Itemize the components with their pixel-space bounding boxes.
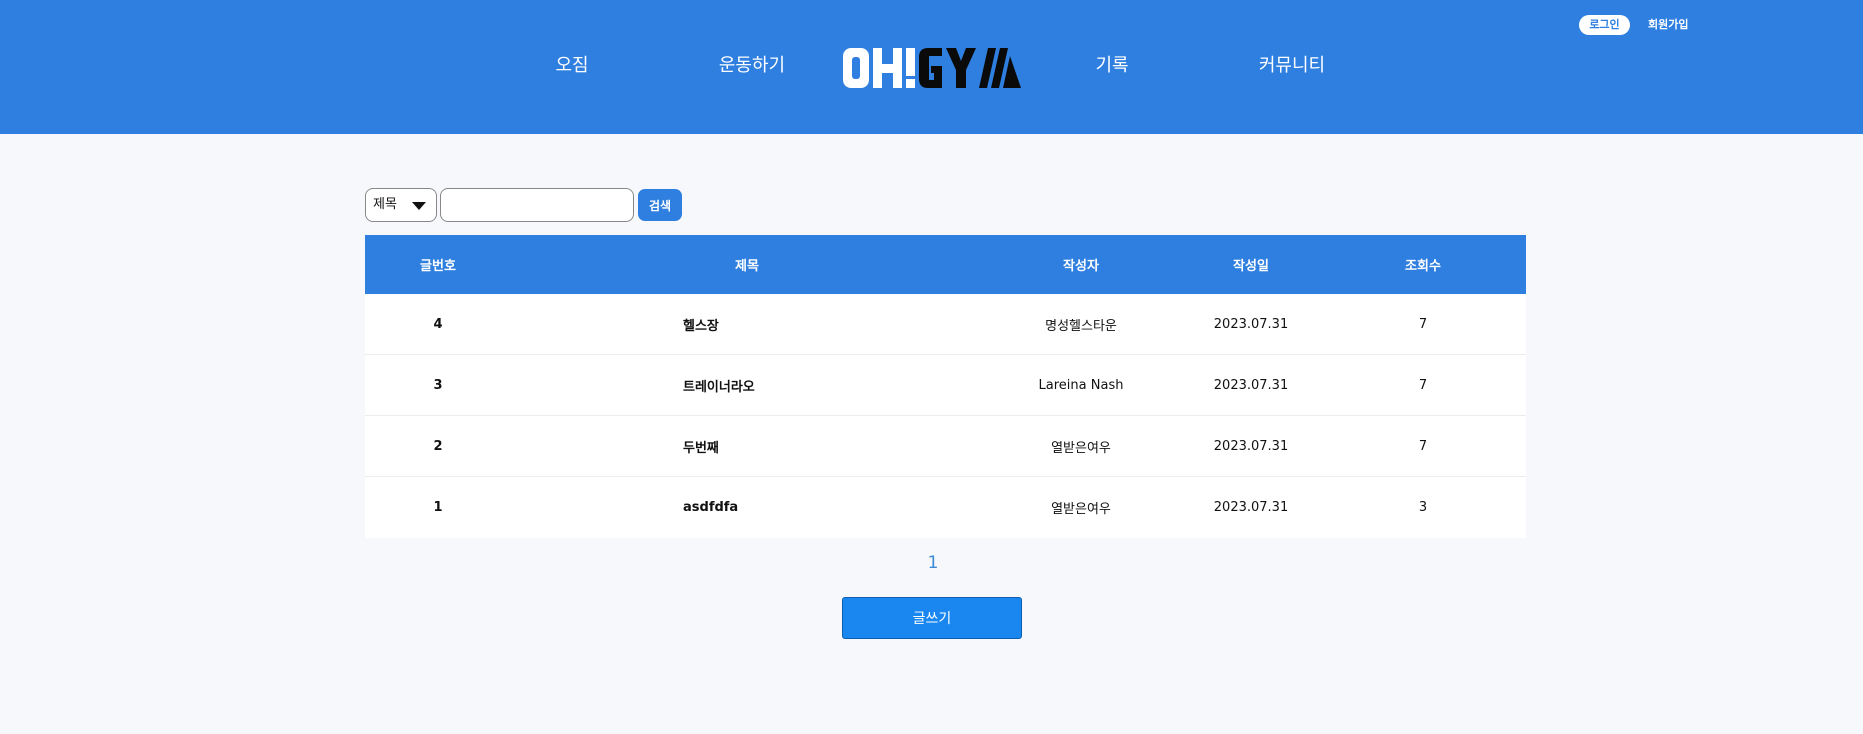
table-row[interactable]: 4 헬스장 명성헬스타운 2023.07.31 7 xyxy=(365,294,1526,355)
board-table: 글번호 제목 작성자 작성일 조회수 4 헬스장 명성헬스타운 2023.07.… xyxy=(365,235,1526,538)
table-row[interactable]: 1 asdfdfa 열받은여우 2023.07.31 3 xyxy=(365,477,1526,538)
login-button[interactable]: 로그인 xyxy=(1579,15,1630,35)
nav-record[interactable]: 기록 xyxy=(1095,52,1129,80)
row-views: 7 xyxy=(1418,438,1428,454)
col-header-no: 글번호 xyxy=(420,259,456,274)
search-type-value: 제목 xyxy=(373,197,397,212)
search-button[interactable]: 검색 xyxy=(638,189,682,221)
nav-ojim[interactable]: 오짐 xyxy=(555,52,589,80)
col-header-date: 작성일 xyxy=(1233,259,1269,274)
row-date: 2023.07.31 xyxy=(1213,438,1289,454)
col-header-title: 제목 xyxy=(735,259,759,274)
table-row[interactable]: 2 두번째 열받은여우 2023.07.31 7 xyxy=(365,416,1526,477)
search-type-select[interactable]: 제목 xyxy=(365,188,437,222)
row-no: 3 xyxy=(433,377,443,393)
search-input[interactable] xyxy=(440,188,634,222)
row-author: 명성헬스타운 xyxy=(1045,318,1117,334)
row-date: 2023.07.31 xyxy=(1213,377,1289,393)
row-date: 2023.07.31 xyxy=(1213,316,1289,332)
signup-link[interactable]: 회원가입 xyxy=(1648,15,1688,35)
row-no: 2 xyxy=(433,438,443,454)
row-title[interactable]: 두번째 xyxy=(511,437,983,456)
row-views: 3 xyxy=(1418,500,1428,515)
chevron-down-icon xyxy=(412,202,426,210)
row-views: 7 xyxy=(1418,316,1428,332)
row-title[interactable]: asdfdfa xyxy=(511,500,983,515)
row-author: 열받은여우 xyxy=(1051,440,1111,456)
row-no: 4 xyxy=(433,316,443,332)
site-header: 오짐 운동하기 기록 커뮤니티 로그인 회원가입 xyxy=(0,0,1863,134)
nav-community[interactable]: 커뮤니티 xyxy=(1258,52,1326,80)
row-author: Lareina Nash xyxy=(1038,377,1124,393)
row-title[interactable]: 트레이너라오 xyxy=(511,376,983,395)
row-title[interactable]: 헬스장 xyxy=(511,315,983,334)
logo[interactable] xyxy=(842,44,1022,90)
col-header-author: 작성자 xyxy=(1063,259,1099,274)
col-header-views: 조회수 xyxy=(1405,259,1441,274)
row-views: 7 xyxy=(1418,377,1428,393)
write-post-button[interactable]: 글쓰기 xyxy=(842,597,1022,639)
pagination-page-1[interactable]: 1 xyxy=(920,553,946,573)
nav-workout[interactable]: 운동하기 xyxy=(718,52,786,80)
table-row[interactable]: 3 트레이너라오 Lareina Nash 2023.07.31 7 xyxy=(365,355,1526,416)
row-date: 2023.07.31 xyxy=(1213,500,1289,515)
row-author: 열받은여우 xyxy=(1051,502,1111,517)
row-no: 1 xyxy=(433,500,443,515)
table-header: 글번호 제목 작성자 작성일 조회수 xyxy=(365,235,1526,294)
